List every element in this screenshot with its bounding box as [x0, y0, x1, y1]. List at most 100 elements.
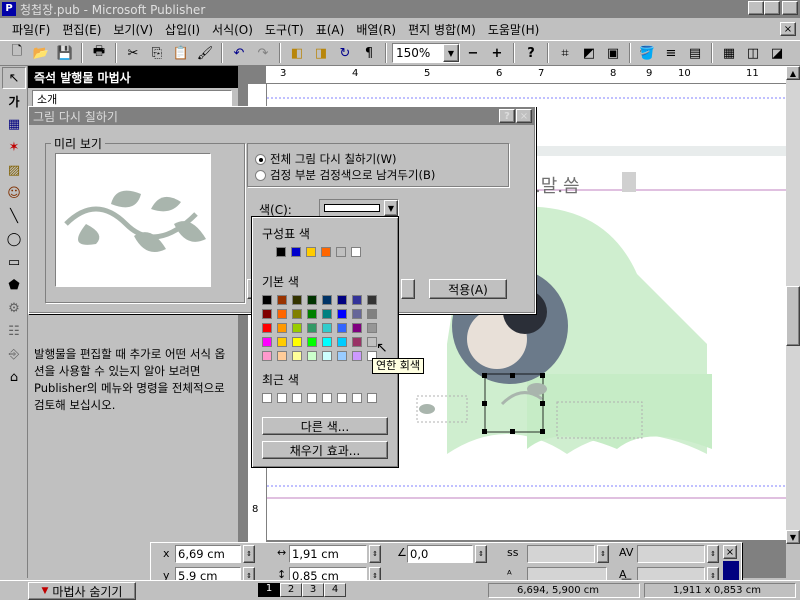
- basic-color-swatch[interactable]: [367, 295, 377, 305]
- color-select[interactable]: ▼: [319, 199, 399, 217]
- horizontal-ruler[interactable]: 3 4 5 6 7 8 9 10 11: [266, 66, 786, 84]
- rectangle-icon[interactable]: ▭: [2, 251, 26, 273]
- text-frame-icon[interactable]: 가: [2, 90, 26, 112]
- basic-color-swatch[interactable]: [352, 309, 362, 319]
- menu-edit[interactable]: 편집(E): [56, 21, 107, 38]
- menu-view[interactable]: 보기(V): [107, 21, 159, 38]
- align-icon[interactable]: ◫: [742, 42, 764, 64]
- zoom-select[interactable]: 150% ▼: [392, 43, 460, 63]
- zoom-out-icon[interactable]: −: [462, 42, 484, 64]
- wordart-icon[interactable]: ✶: [2, 136, 26, 158]
- basic-color-swatch[interactable]: [352, 351, 362, 361]
- hotspot-icon[interactable]: ⎆: [2, 343, 26, 365]
- open-icon[interactable]: 📂: [30, 42, 52, 64]
- recent-color-swatch[interactable]: [277, 393, 287, 403]
- save-icon[interactable]: 💾: [54, 42, 76, 64]
- crop-icon[interactable]: ⌗: [554, 42, 576, 64]
- more-colors-button[interactable]: 다른 색...: [262, 417, 388, 435]
- help-icon[interactable]: ?: [520, 42, 542, 64]
- basic-color-swatch[interactable]: [292, 351, 302, 361]
- format-painter-icon[interactable]: 🖌: [194, 42, 216, 64]
- line-icon[interactable]: ╲: [2, 205, 26, 227]
- basic-color-swatch[interactable]: [337, 295, 347, 305]
- basic-color-swatch[interactable]: [337, 351, 347, 361]
- publisher-app-icon[interactable]: P: [2, 2, 16, 16]
- scheme-color-swatch[interactable]: [291, 247, 301, 257]
- design-gallery-icon[interactable]: ⌂: [2, 366, 26, 388]
- dialog-close-button[interactable]: ×: [516, 109, 532, 123]
- scheme-color-swatch[interactable]: [336, 247, 346, 257]
- basic-color-swatch[interactable]: [292, 309, 302, 319]
- hide-wizard-button[interactable]: ▼ 마법사 숨기기: [28, 582, 136, 600]
- line-weight-icon[interactable]: ▤: [684, 42, 706, 64]
- chevron-down-icon[interactable]: ▼: [384, 200, 398, 216]
- basic-color-swatch[interactable]: [292, 337, 302, 347]
- page-1[interactable]: 1: [258, 583, 280, 597]
- zoom-in-icon[interactable]: +: [486, 42, 508, 64]
- rotation-field[interactable]: 0,0: [407, 545, 473, 563]
- maximize-button[interactable]: ▫: [764, 1, 780, 15]
- basic-color-swatch[interactable]: [277, 295, 287, 305]
- minimize-button[interactable]: _: [748, 1, 764, 15]
- basic-color-swatch[interactable]: [292, 323, 302, 333]
- menu-file[interactable]: 파일(F): [6, 21, 56, 38]
- page-4[interactable]: 4: [324, 583, 346, 597]
- line-style-icon[interactable]: ≡: [660, 42, 682, 64]
- recent-color-swatch[interactable]: [367, 393, 377, 403]
- vertical-scrollbar[interactable]: ▲ ▼: [786, 66, 800, 544]
- basic-color-swatch[interactable]: [277, 323, 287, 333]
- basic-color-swatch[interactable]: [307, 323, 317, 333]
- basic-color-swatch[interactable]: [277, 351, 287, 361]
- recent-color-swatch[interactable]: [337, 393, 347, 403]
- basic-color-swatch[interactable]: [262, 351, 272, 361]
- table-icon[interactable]: ▦: [2, 113, 26, 135]
- page-2[interactable]: 2: [280, 583, 302, 597]
- bring-front-icon[interactable]: ◧: [286, 42, 308, 64]
- basic-color-swatch[interactable]: [307, 295, 317, 305]
- chevron-down-icon[interactable]: ▼: [443, 44, 459, 62]
- scroll-thumb[interactable]: [786, 286, 800, 346]
- basic-color-swatch[interactable]: [322, 351, 332, 361]
- basic-color-swatch[interactable]: [337, 323, 347, 333]
- ole-icon[interactable]: ⚙: [2, 297, 26, 319]
- scheme-color-swatch[interactable]: [306, 247, 316, 257]
- basic-color-swatch[interactable]: [322, 309, 332, 319]
- char-spacing-spinner[interactable]: ⇕: [597, 545, 609, 563]
- shadow-icon[interactable]: ◪: [766, 42, 788, 64]
- basic-color-swatch[interactable]: [262, 309, 272, 319]
- x-position-field[interactable]: 6,69 cm: [175, 545, 241, 563]
- fill-color-icon[interactable]: 🪣: [636, 42, 658, 64]
- basic-color-swatch[interactable]: [352, 295, 362, 305]
- radio-leave-black[interactable]: [255, 170, 266, 181]
- special-chars-icon[interactable]: ¶: [358, 42, 380, 64]
- basic-color-swatch[interactable]: [262, 323, 272, 333]
- apply-button[interactable]: 적용(A): [429, 279, 507, 299]
- paste-icon[interactable]: 📋: [170, 42, 192, 64]
- basic-color-swatch[interactable]: [352, 337, 362, 347]
- rotate-icon[interactable]: ↻: [334, 42, 356, 64]
- menu-mail-merge[interactable]: 편지 병합(M): [402, 21, 482, 38]
- menu-table[interactable]: 표(A): [310, 21, 351, 38]
- recent-color-swatch[interactable]: [307, 393, 317, 403]
- measure-close-button[interactable]: ×: [723, 545, 737, 559]
- menu-tools[interactable]: 도구(T): [259, 21, 310, 38]
- menu-format[interactable]: 서식(O): [206, 21, 259, 38]
- fill-effects-button[interactable]: 채우기 효과...: [262, 441, 388, 459]
- list-item[interactable]: 소개: [33, 93, 57, 106]
- basic-color-swatch[interactable]: [292, 295, 302, 305]
- form-icon[interactable]: ☷: [2, 320, 26, 342]
- scheme-color-swatch[interactable]: [321, 247, 331, 257]
- page-3[interactable]: 3: [302, 583, 324, 597]
- basic-color-swatch[interactable]: [307, 337, 317, 347]
- basic-color-swatch[interactable]: [322, 337, 332, 347]
- scheme-color-swatch[interactable]: [276, 247, 286, 257]
- scheme-color-swatch[interactable]: [351, 247, 361, 257]
- basic-color-swatch[interactable]: [307, 309, 317, 319]
- recent-color-swatch[interactable]: [262, 393, 272, 403]
- scroll-up-button[interactable]: ▲: [786, 66, 800, 80]
- picture-icon[interactable]: ▨: [2, 159, 26, 181]
- cancel-button-partial[interactable]: [401, 279, 415, 299]
- menu-insert[interactable]: 삽입(I): [159, 21, 206, 38]
- basic-color-swatch[interactable]: [367, 309, 377, 319]
- basic-color-swatch[interactable]: [322, 323, 332, 333]
